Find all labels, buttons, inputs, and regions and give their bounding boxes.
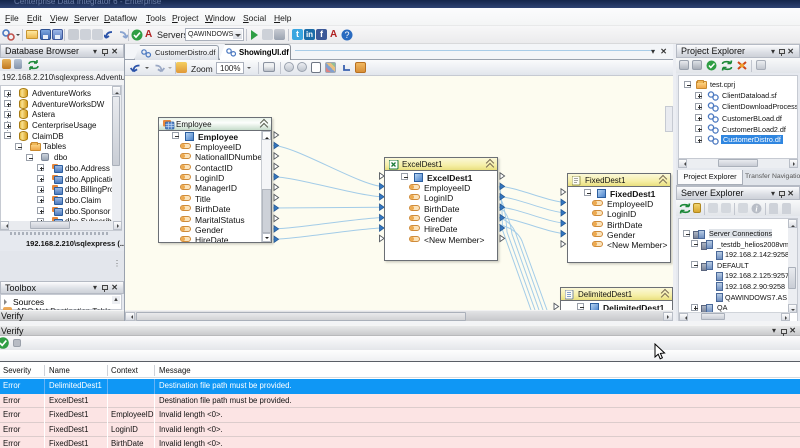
svg-text:?: ?	[344, 30, 349, 40]
